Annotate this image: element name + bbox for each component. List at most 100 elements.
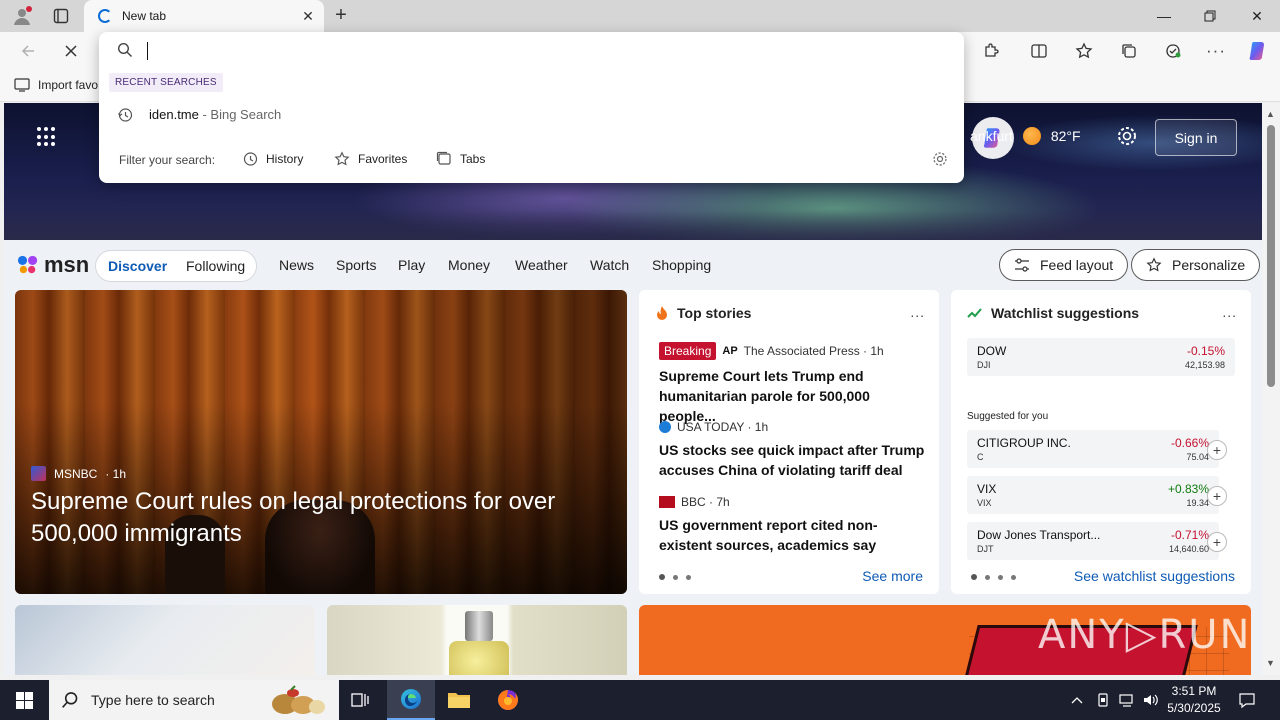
stock-row-dow[interactable]: DOW DJI -0.15% 42,153.98 [967, 338, 1235, 376]
weather-widget[interactable]: ankfurt 82°F [970, 127, 1081, 145]
search-settings-gear-icon[interactable] [932, 151, 948, 167]
text-caret [147, 42, 148, 60]
nav-play[interactable]: Play [398, 257, 425, 273]
msn-page: ankfurt 82°F Sign in msn Discover Follow… [4, 103, 1262, 675]
tab-actions-icon[interactable] [48, 5, 74, 27]
page-settings-gear-icon[interactable] [1116, 125, 1138, 147]
volume-icon[interactable] [1142, 680, 1160, 720]
carousel-dots[interactable] [971, 574, 1016, 580]
nav-shopping[interactable]: Shopping [652, 257, 711, 273]
suggested-label: Suggested for you [967, 411, 1049, 422]
show-hidden-icons[interactable] [1070, 680, 1084, 720]
minimize-button[interactable]: — [1141, 0, 1187, 32]
task-view-icon[interactable] [336, 680, 384, 720]
apps-launcher-icon[interactable] [37, 127, 57, 147]
copilot-icon[interactable] [1244, 37, 1272, 65]
add-to-watchlist-button[interactable]: + [1207, 532, 1227, 552]
recent-search-item[interactable]: iden.tme - Bing Search [99, 100, 964, 130]
favorites-star-icon[interactable] [1070, 37, 1098, 65]
close-tab-icon[interactable]: ✕ [300, 8, 316, 24]
nav-watch[interactable]: Watch [590, 257, 629, 273]
address-input[interactable] [151, 40, 931, 62]
browser-essentials-icon[interactable] [1159, 37, 1187, 65]
stock-name: CITIGROUP INC. [977, 436, 1071, 450]
feature-headline[interactable]: Supreme Court rules on legal protections… [31, 486, 601, 550]
top-stories-more-icon[interactable]: ... [910, 304, 925, 320]
import-favorites-link[interactable]: Import favo [14, 78, 98, 92]
scroll-thumb[interactable] [1267, 125, 1275, 387]
msn-logo[interactable]: msn [16, 252, 89, 278]
feed-layout-button[interactable]: Feed layout [999, 249, 1129, 281]
new-tab-button[interactable]: + [330, 5, 352, 27]
feature-age: · 1h [105, 466, 127, 481]
taskbar: Type here to search 3:51 PM 5/30/2025 [0, 680, 1280, 720]
history-icon [117, 107, 133, 123]
ap-logo-icon: AP [722, 345, 738, 357]
tab-following[interactable]: Following [186, 258, 245, 274]
taskbar-search[interactable]: Type here to search [49, 680, 339, 720]
carousel-dots[interactable] [659, 574, 691, 580]
stock-row-suggestion[interactable]: Dow Jones Transport... DJT -0.71% 14,640… [967, 522, 1219, 560]
back-button[interactable] [14, 37, 42, 65]
tab-new-tab[interactable]: New tab ✕ [84, 0, 324, 32]
story-source: BBC · 7h [681, 495, 730, 509]
file-explorer-icon[interactable] [435, 680, 483, 720]
extensions-icon[interactable] [977, 37, 1005, 65]
tabs-icon [436, 151, 451, 165]
page-scrollbar[interactable]: ▲ ▼ [1262, 103, 1280, 675]
see-watchlist-suggestions-link[interactable]: See watchlist suggestions [1074, 568, 1235, 584]
network-icon[interactable] [1118, 680, 1136, 720]
settings-more-icon[interactable]: ··· [1202, 37, 1230, 65]
news-card-image[interactable] [327, 605, 627, 675]
profile-icon[interactable] [9, 5, 35, 27]
collections-icon[interactable] [1115, 37, 1143, 65]
see-more-link[interactable]: See more [862, 568, 923, 584]
clock-date: 5/30/2025 [1167, 701, 1221, 715]
stock-price: 19.34 [1186, 498, 1209, 508]
story-item[interactable]: Breaking AP The Associated Press · 1h Su… [659, 342, 927, 426]
nav-sports[interactable]: Sports [336, 257, 376, 273]
recent-search-source: - Bing Search [198, 107, 282, 122]
personalize-label: Personalize [1172, 257, 1246, 273]
stock-symbol: VIX [977, 498, 992, 508]
filter-tabs-button[interactable]: Tabs [436, 151, 485, 167]
feature-source-name: MSNBC [54, 466, 98, 481]
story-headline[interactable]: Supreme Court lets Trump end humanitaria… [659, 366, 927, 426]
scroll-down-icon[interactable]: ▼ [1266, 658, 1275, 668]
system-clock[interactable]: 3:51 PM 5/30/2025 [1166, 683, 1222, 717]
add-to-watchlist-button[interactable]: + [1207, 486, 1227, 506]
scroll-up-icon[interactable]: ▲ [1266, 109, 1275, 119]
story-item[interactable]: BBC · 7h US government report cited non-… [659, 495, 927, 555]
clock-time: 3:51 PM [1171, 684, 1217, 698]
stock-row-suggestion[interactable]: CITIGROUP INC. C -0.66% 75.04 [967, 430, 1219, 468]
firefox-icon[interactable] [484, 680, 532, 720]
story-headline[interactable]: US government report cited non-existent … [659, 515, 927, 555]
device-icon[interactable] [1095, 680, 1111, 720]
nav-news[interactable]: News [279, 257, 314, 273]
close-window-button[interactable]: ✕ [1234, 0, 1280, 32]
story-headline[interactable]: US stocks see quick impact after Trump a… [659, 440, 927, 480]
sign-in-button[interactable]: Sign in [1155, 119, 1237, 156]
news-card-image[interactable] [15, 605, 315, 675]
stop-loading-button[interactable] [57, 37, 85, 65]
msn-nav: msn Discover Following News Sports Play … [4, 240, 1262, 290]
filter-favorites-button[interactable]: Favorites [334, 151, 407, 167]
feature-story-card[interactable]: MSNBC · 1h Supreme Court rules on legal … [15, 290, 627, 594]
notifications-icon[interactable] [1238, 680, 1256, 720]
split-screen-icon[interactable] [1025, 37, 1053, 65]
story-item[interactable]: USA TODAY · 1h US stocks see quick impac… [659, 420, 927, 480]
edge-taskbar-icon[interactable] [387, 680, 435, 720]
start-button[interactable] [0, 680, 48, 720]
stock-row-suggestion[interactable]: VIX VIX +0.83% 19.34 [967, 476, 1219, 514]
stock-symbol: DJI [977, 360, 991, 370]
tab-discover[interactable]: Discover [108, 258, 167, 274]
nav-money[interactable]: Money [448, 257, 490, 273]
filter-tabs-label: Tabs [460, 152, 486, 166]
stock-change: +0.83% [1167, 482, 1209, 496]
restore-button[interactable] [1187, 0, 1233, 32]
watchlist-more-icon[interactable]: ... [1222, 304, 1237, 320]
add-to-watchlist-button[interactable]: + [1207, 440, 1227, 460]
nav-weather[interactable]: Weather [515, 257, 568, 273]
filter-history-button[interactable]: History [242, 151, 303, 167]
personalize-button[interactable]: Personalize [1131, 249, 1261, 281]
